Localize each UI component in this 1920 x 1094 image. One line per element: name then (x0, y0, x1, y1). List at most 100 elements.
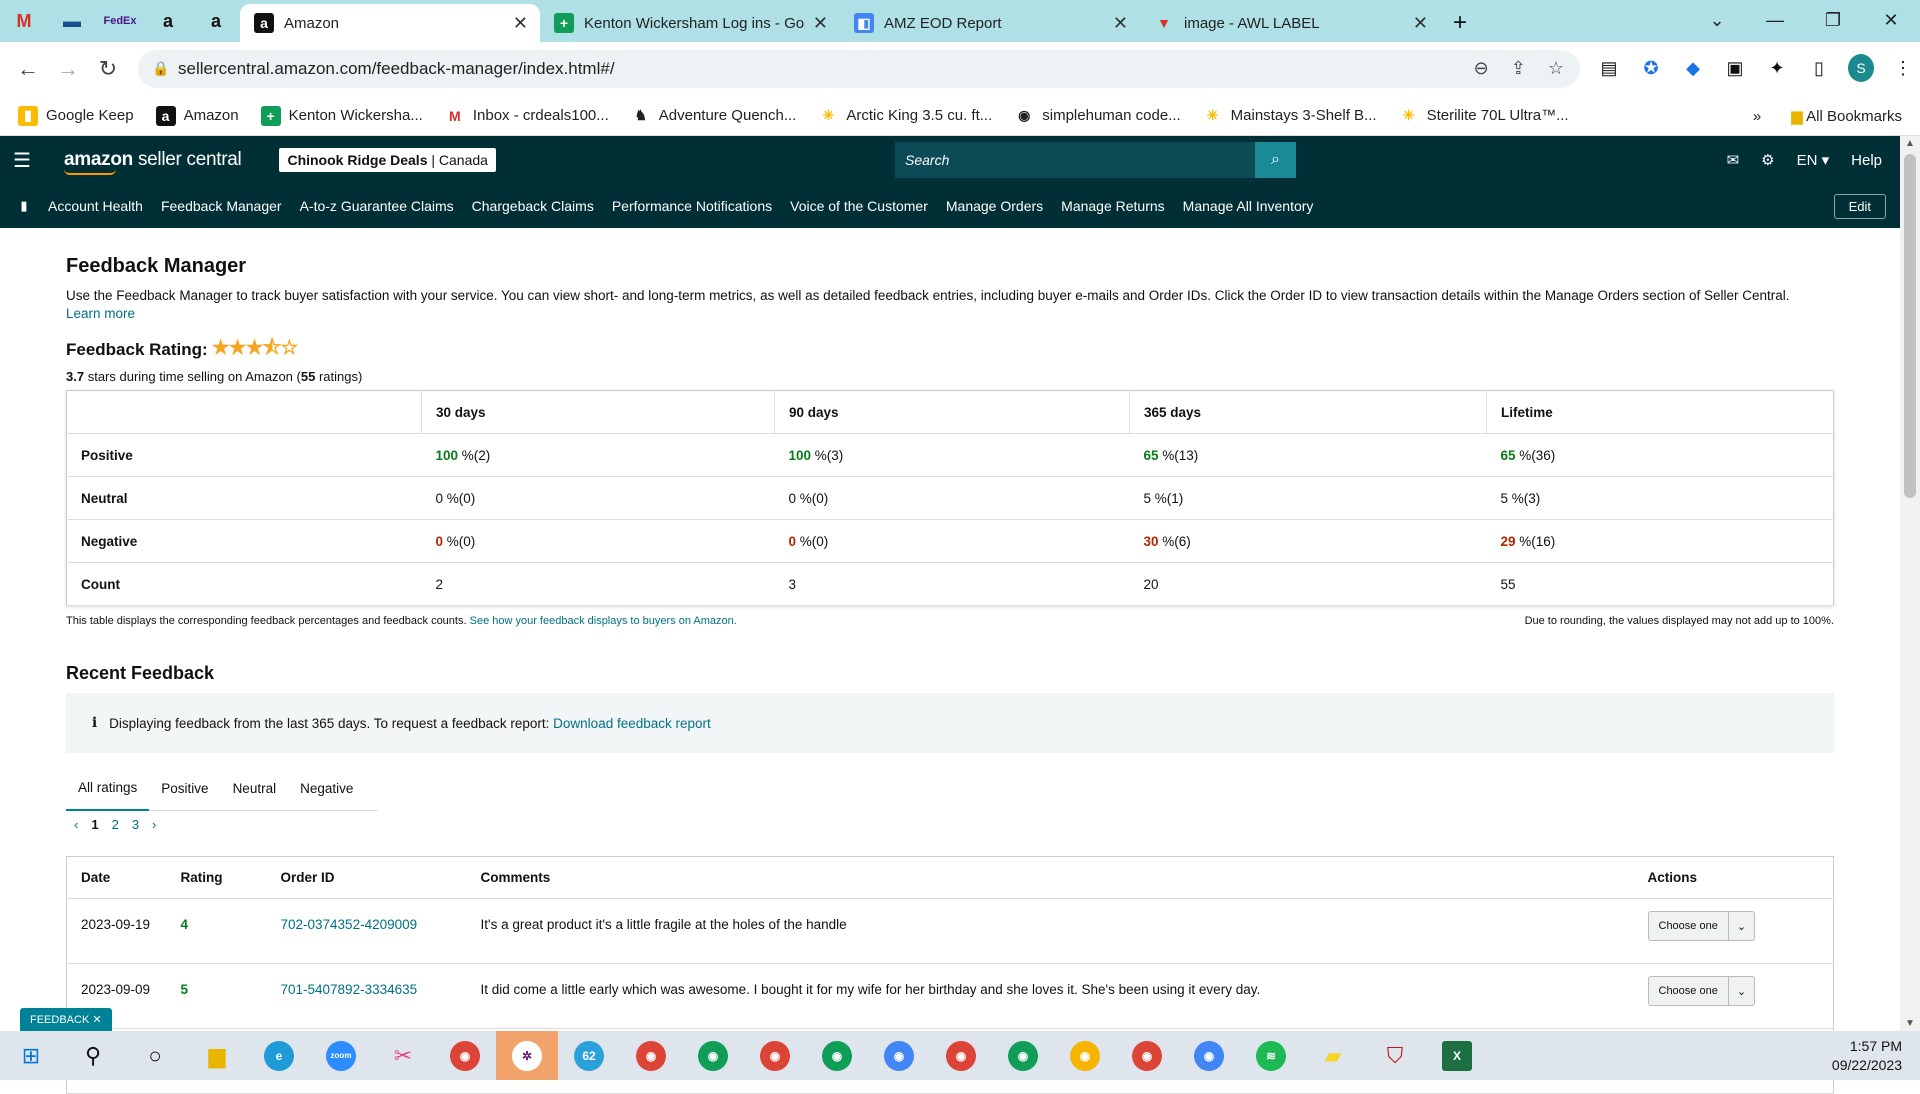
puzzle-icon[interactable]: ✦ (1764, 54, 1790, 82)
close-icon[interactable]: ✕ (1413, 13, 1428, 34)
menu-dots-icon[interactable]: ⋮ (1890, 54, 1916, 82)
bookmark-inbox[interactable]: M Inbox - crdeals100... (445, 106, 609, 126)
bookmark-arctic-king[interactable]: ✳ Arctic King 3.5 cu. ft... (818, 106, 992, 126)
search-icon[interactable]: ⌕ (1255, 142, 1296, 178)
new-tab-button[interactable]: + (1440, 4, 1480, 42)
system-clock[interactable]: 1:57 PM 09/22/2023 (1832, 1037, 1902, 1075)
forward-icon[interactable]: → (48, 56, 88, 82)
windows-start-icon[interactable]: ⊞ (0, 1031, 62, 1080)
bookmark-adventure[interactable]: ♞ Adventure Quench... (631, 106, 796, 126)
pinned-tab[interactable]: ▬ (48, 0, 96, 42)
order-id-link[interactable]: 701-5407892-3334635 (266, 963, 467, 1029)
chrome-icon[interactable]: ◉ (682, 1031, 744, 1080)
action-dropdown[interactable]: Choose one ⌄ (1647, 911, 1756, 941)
back-icon[interactable]: ← (8, 56, 48, 82)
page-scrollbar[interactable]: ▲ ▼ (1900, 136, 1920, 1031)
amazon-tab-pinned[interactable]: a (144, 0, 192, 42)
close-icon[interactable]: ✕ (513, 13, 528, 34)
tab-neutral[interactable]: Neutral (221, 767, 289, 811)
bookmark-kenton[interactable]: + Kenton Wickersha... (260, 105, 423, 126)
gear-icon[interactable]: ⚙ (1761, 151, 1774, 169)
bookmark-simplehuman[interactable]: ◉ simplehuman code... (1014, 106, 1181, 126)
zoom-icon[interactable]: zoom (310, 1031, 372, 1080)
order-id-link[interactable]: 702-0374352-4209009 (266, 898, 467, 964)
chevron-down-icon[interactable]: ⌄ (1688, 0, 1746, 40)
sidepanel-icon[interactable]: ▯ (1806, 54, 1832, 82)
page-1[interactable]: 1 (91, 817, 98, 832)
tab-positive[interactable]: Positive (149, 767, 220, 811)
edge-icon[interactable]: e (248, 1031, 310, 1080)
star-icon[interactable]: ☆ (1548, 58, 1564, 79)
restore-icon[interactable]: ❐ (1804, 0, 1862, 40)
nav-manage-orders[interactable]: Manage Orders (946, 198, 1043, 214)
page-3[interactable]: 3 (132, 817, 139, 832)
edit-nav-button[interactable]: Edit (1833, 194, 1886, 219)
search-input[interactable]: Search (895, 142, 1260, 178)
nav-chargeback[interactable]: Chargeback Claims (472, 198, 594, 214)
tab-amz-eod[interactable]: ◧ AMZ EOD Report ✕ (840, 4, 1140, 42)
slack-icon[interactable]: ✲ (496, 1031, 558, 1080)
tab-amazon[interactable]: a Amazon ✕ (240, 4, 540, 42)
zoom-icon[interactable]: ⊖ (1474, 58, 1489, 79)
feedback-tab-button[interactable]: FEEDBACK ✕ (20, 1008, 112, 1031)
nav-voice[interactable]: Voice of the Customer (790, 198, 928, 214)
tab-negative[interactable]: Negative (288, 767, 365, 811)
gmail-tab[interactable]: M (0, 0, 48, 42)
url-field[interactable]: 🔒 sellercentral.amazon.com/feedback-mana… (138, 50, 1580, 88)
spotify-icon[interactable]: ≋ (1240, 1031, 1302, 1080)
store-selector[interactable]: Chinook Ridge Deals | Canada (279, 148, 496, 172)
bookmark-icon[interactable]: ▮ (0, 198, 48, 214)
chrome-icon[interactable]: ◉ (992, 1031, 1054, 1080)
chrome-icon[interactable]: ◉ (806, 1031, 868, 1080)
nav-feedback-manager[interactable]: Feedback Manager (161, 198, 282, 214)
scroll-thumb[interactable] (1904, 154, 1916, 498)
chrome-icon[interactable]: ◉ (620, 1031, 682, 1080)
action-dropdown[interactable]: Choose one ⌄ (1647, 976, 1756, 1006)
tab-all-ratings[interactable]: All ratings (66, 767, 150, 811)
scroll-down-icon[interactable]: ▼ (1900, 1018, 1920, 1029)
amazon-tab-pinned-2[interactable]: a (192, 0, 240, 42)
language-selector[interactable]: EN ▾ (1797, 151, 1830, 169)
seller-central-logo[interactable]: amazon seller central (64, 149, 242, 175)
nav-a-to-z[interactable]: A-to-z Guarantee Claims (300, 198, 454, 214)
all-bookmarks[interactable]: ▆ All Bookmarks (1791, 107, 1902, 125)
extension-tag-icon[interactable]: ◆ (1680, 54, 1706, 82)
chrome-icon[interactable]: ◉ (1054, 1031, 1116, 1080)
chrome-icon[interactable]: ◉ (744, 1031, 806, 1080)
search-icon[interactable]: ⚲ (62, 1031, 124, 1080)
reload-icon[interactable]: ↻ (88, 56, 128, 82)
chrome-icon[interactable]: ◉ (1178, 1031, 1240, 1080)
chrome-icon[interactable]: ◉ (868, 1031, 930, 1080)
nav-manage-returns[interactable]: Manage Returns (1061, 198, 1165, 214)
bookmark-amazon[interactable]: a Amazon (155, 105, 239, 126)
chrome-icon[interactable]: ◉ (434, 1031, 496, 1080)
hamburger-menu-icon[interactable]: ☰ (0, 148, 44, 173)
more-bookmarks-icon[interactable]: » (1753, 108, 1761, 125)
close-icon[interactable]: ✕ (1113, 13, 1128, 34)
telegram-icon[interactable]: 62 (558, 1031, 620, 1080)
scroll-up-icon[interactable]: ▲ (1900, 138, 1920, 149)
help-link[interactable]: Help (1851, 152, 1882, 169)
close-window-icon[interactable]: ✕ (1862, 0, 1920, 40)
bookmark-sterilite[interactable]: ✳ Sterilite 70L Ultra™... (1399, 106, 1569, 126)
fedex-tab[interactable]: FedEx (96, 0, 144, 42)
extension-ok-icon[interactable]: ▣ (1722, 54, 1748, 82)
profile-avatar[interactable]: S (1848, 54, 1874, 82)
tab-kenton[interactable]: + Kenton Wickersham Log ins - Go ✕ (540, 4, 840, 42)
file-explorer-icon[interactable]: ▆ (186, 1031, 248, 1080)
col-date[interactable]: Date (66, 856, 167, 899)
snipping-icon[interactable]: ✂ (372, 1031, 434, 1080)
col-rating[interactable]: Rating (166, 856, 267, 899)
bookmark-mainstays[interactable]: ✳ Mainstays 3-Shelf B... (1203, 106, 1377, 126)
chevron-left-icon[interactable]: ‹ (74, 817, 78, 832)
chevron-right-icon[interactable]: › (152, 817, 156, 832)
download-report-link[interactable]: Download feedback report (553, 716, 711, 731)
mail-icon[interactable]: ✉ (1727, 151, 1740, 169)
nav-account-health[interactable]: Account Health (48, 198, 143, 214)
chrome-icon[interactable]: ◉ (930, 1031, 992, 1080)
task-view-icon[interactable]: ○ (124, 1031, 186, 1080)
tab-awl-label[interactable]: ▼ image - AWL LABEL ✕ (1140, 4, 1440, 42)
nav-manage-inventory[interactable]: Manage All Inventory (1183, 198, 1314, 214)
chrome-icon[interactable]: ◉ (1116, 1031, 1178, 1080)
sticky-notes-icon[interactable]: ▰ (1302, 1031, 1364, 1080)
